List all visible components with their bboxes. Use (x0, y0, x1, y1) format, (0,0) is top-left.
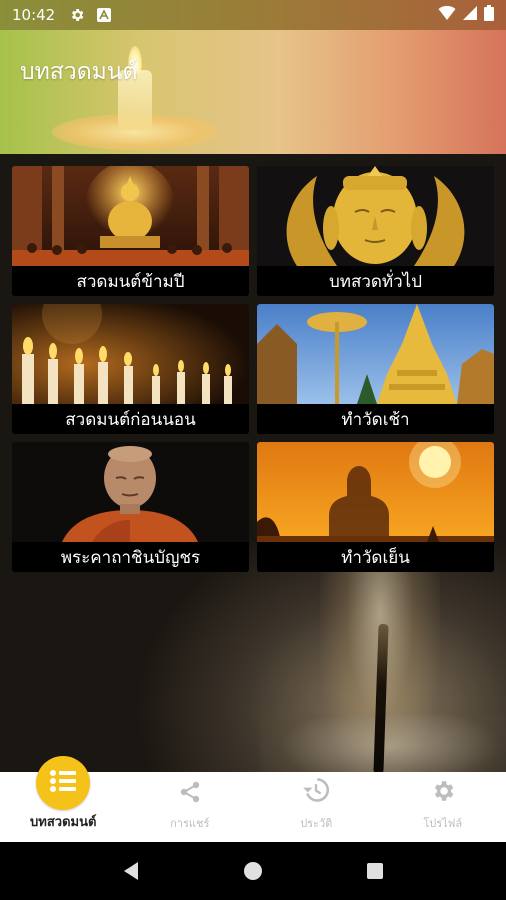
nav-label: การแชร์ (170, 817, 210, 830)
status-right-icons (438, 5, 494, 25)
gear-icon (69, 7, 85, 23)
tile-image-sunset (257, 442, 494, 542)
tile-label: ทำวัดเย็น (257, 542, 494, 572)
share-icon (178, 780, 202, 808)
tile-image-candles (12, 304, 249, 404)
battery-icon (484, 5, 494, 25)
nav-item-share[interactable]: การแชร์ (127, 772, 254, 842)
gear-icon (430, 778, 456, 808)
system-navigation-bar (0, 842, 506, 900)
tile-label: สวดมนต์ก่อนนอน (12, 404, 249, 434)
status-bar: 10:42 (0, 0, 506, 30)
tile-bedtime-chant[interactable]: สวดมนต์ก่อนนอน (12, 304, 249, 434)
back-icon[interactable] (111, 851, 151, 891)
main-content: สวดมนต์ข้ามปี บทสวดทั่วไป สวดมนต์ก่อนนอน… (0, 154, 506, 772)
nav-item-profile[interactable]: โปรไฟล์ (380, 772, 506, 842)
tile-image-buddha-face (257, 166, 494, 266)
tile-label: ทำวัดเช้า (257, 404, 494, 434)
tile-new-year-chant[interactable]: สวดมนต์ข้ามปี (12, 166, 249, 296)
wifi-icon (438, 5, 456, 25)
tile-chinabanchon-chant[interactable]: พระคาถาชินบัญชร (12, 442, 249, 572)
tile-label: บทสวดทั่วไป (257, 266, 494, 296)
nav-item-chants[interactable]: บทสวดมนต์ (0, 756, 127, 842)
tile-label: สวดมนต์ข้ามปี (12, 266, 249, 296)
list-icon (49, 769, 77, 797)
nav-label: บทสวดมนต์ (30, 815, 97, 830)
tile-evening-chant[interactable]: ทำวัดเย็น (257, 442, 494, 572)
tile-image-temple (12, 166, 249, 266)
tile-general-chant[interactable]: บทสวดทั่วไป (257, 166, 494, 296)
chant-grid: สวดมนต์ข้ามปี บทสวดทั่วไป สวดมนต์ก่อนนอน… (12, 166, 494, 572)
page-title: บทสวดมนต์ (20, 59, 138, 85)
home-icon[interactable] (233, 851, 273, 891)
nav-active-indicator (36, 756, 90, 810)
status-time: 10:42 (12, 6, 56, 24)
nav-item-history[interactable]: ประวัติ (253, 772, 380, 842)
app-header: บทสวดมนต์ (0, 30, 506, 154)
history-icon (302, 776, 330, 808)
android-a-icon (97, 8, 112, 22)
tile-image-monk (12, 442, 249, 542)
tile-image-pagoda (257, 304, 494, 404)
nav-label: โปรไฟล์ (423, 817, 463, 830)
bottom-navigation: บทสวดมนต์ การแชร์ ประวัติ โปรไฟล์ (0, 756, 506, 842)
recents-icon[interactable] (355, 851, 395, 891)
tile-morning-chant[interactable]: ทำวัดเช้า (257, 304, 494, 434)
signal-icon (462, 5, 478, 25)
tile-label: พระคาถาชินบัญชร (12, 542, 249, 572)
nav-label: ประวัติ (300, 817, 333, 830)
